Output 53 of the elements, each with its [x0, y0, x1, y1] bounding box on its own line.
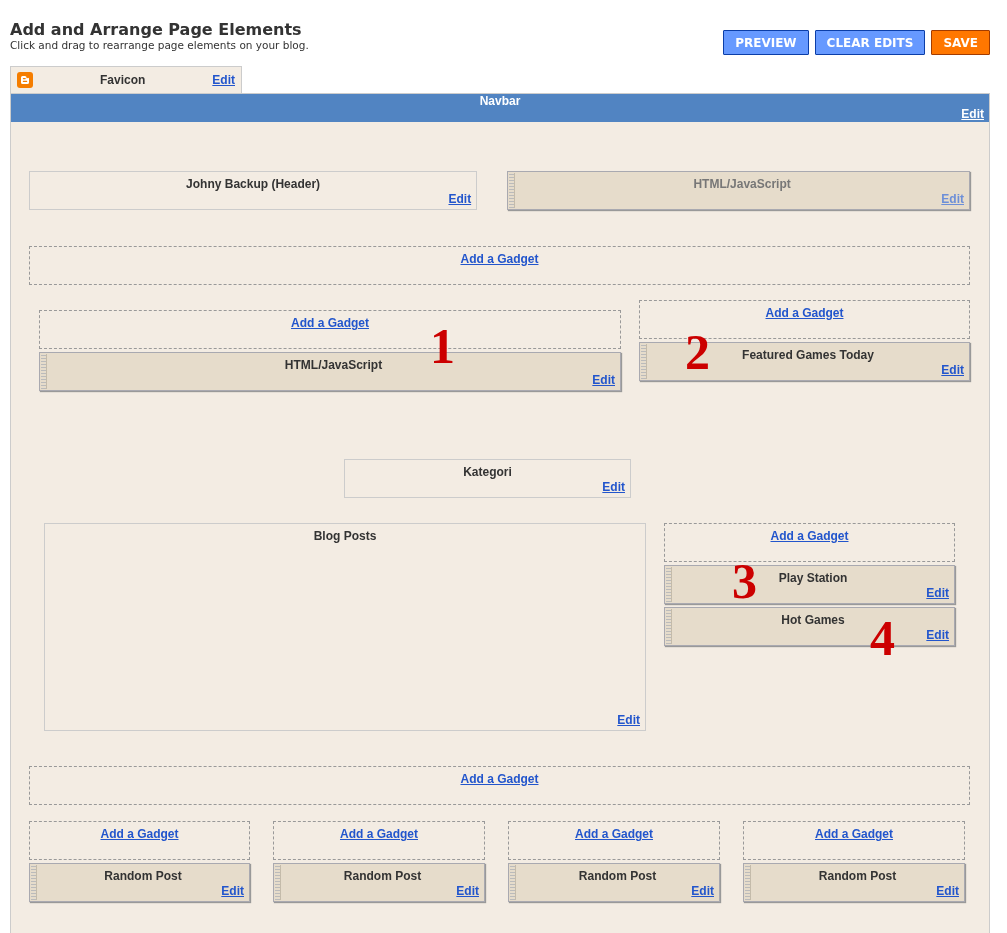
add-gadget-link[interactable]: Add a Gadget — [340, 827, 418, 841]
element-title: Random Post — [817, 868, 898, 884]
edit-link[interactable]: Edit — [941, 363, 964, 377]
add-gadget-link[interactable]: Add a Gadget — [460, 252, 539, 266]
blog-logo-icon — [17, 72, 33, 88]
edit-link[interactable]: Edit — [926, 586, 949, 600]
add-gadget-link[interactable]: Add a Gadget — [100, 827, 179, 841]
drag-handle[interactable] — [41, 354, 47, 389]
edit-link[interactable]: Edit — [926, 628, 949, 642]
element-title: HTML/JavaScript — [283, 357, 384, 373]
element-title: Random Post — [342, 868, 423, 884]
edit-link[interactable]: Edit — [602, 480, 625, 494]
page-subtitle: Click and drag to rearrange page elements on your blog. — [10, 39, 309, 52]
edit-link[interactable]: Edit — [221, 884, 244, 898]
number-marker: 1 — [430, 321, 455, 371]
add-gadget-link[interactable]: Add a Gadget — [815, 827, 893, 841]
element-title: HTML/JavaScript — [692, 176, 792, 192]
edit-link[interactable]: Edit — [448, 192, 472, 206]
drag-handle[interactable] — [666, 567, 672, 602]
action-button[interactable]: PREVIEW — [723, 30, 809, 55]
element-title: Hot Games — [780, 612, 846, 628]
edit-link[interactable]: Edit — [592, 373, 615, 387]
element-title: Play Station — [777, 570, 849, 586]
element-title: Blog Posts — [312, 528, 378, 544]
drag-handle[interactable] — [666, 609, 672, 644]
edit-link[interactable]: Edit — [456, 884, 479, 898]
number-marker: 4 — [870, 613, 895, 663]
element-title: Random Post — [103, 868, 183, 884]
drag-handle[interactable] — [745, 865, 751, 900]
drag-handle[interactable] — [510, 865, 516, 900]
number-marker: 3 — [732, 556, 757, 606]
drag-handle[interactable] — [275, 865, 281, 900]
element-title: Random Post — [577, 868, 658, 884]
edit-link[interactable]: Edit — [212, 71, 235, 89]
number-marker: 2 — [685, 327, 710, 377]
drag-handle[interactable] — [641, 344, 647, 379]
element-title: Navbar — [479, 95, 521, 108]
add-gadget-link[interactable]: Add a Gadget — [770, 529, 849, 543]
drag-handle[interactable] — [31, 865, 37, 900]
element-title: Kategori — [462, 464, 513, 480]
page-title: Add and Arrange Page Elements — [10, 21, 303, 39]
edit-link[interactable]: Edit — [961, 108, 984, 121]
edit-link[interactable]: Edit — [691, 884, 714, 898]
edit-link[interactable]: Edit — [936, 884, 959, 898]
add-gadget-link[interactable]: Add a Gadget — [291, 316, 369, 330]
element-title: Johny Backup (Header) — [185, 176, 322, 192]
element-title: Featured Games Today — [741, 347, 875, 363]
action-button[interactable]: CLEAR EDITS — [814, 30, 926, 55]
element-title: Favicon — [99, 72, 147, 89]
edit-link[interactable]: Edit — [617, 713, 640, 727]
add-gadget-link[interactable]: Add a Gadget — [765, 306, 844, 320]
add-gadget-link[interactable]: Add a Gadget — [460, 772, 539, 786]
add-gadget-link[interactable]: Add a Gadget — [575, 827, 653, 841]
